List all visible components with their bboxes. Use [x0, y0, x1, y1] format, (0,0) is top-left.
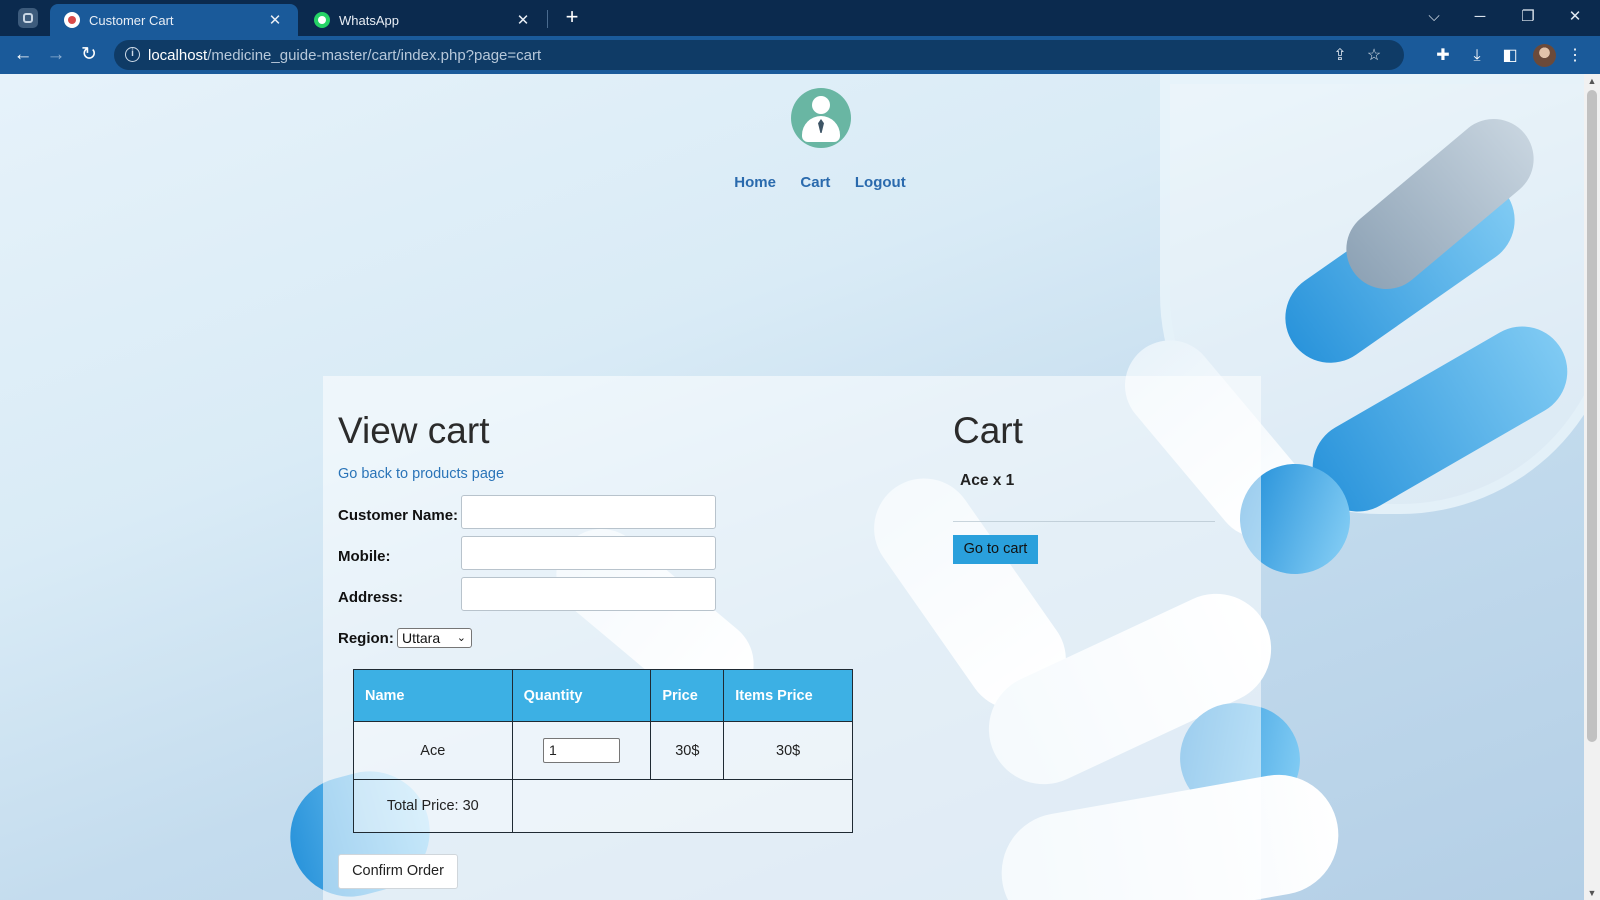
download-icon[interactable]: ⤓: [1466, 45, 1488, 67]
back-to-products-link[interactable]: Go back to products page: [338, 466, 504, 482]
minimize-button[interactable]: ─: [1465, 5, 1495, 29]
chevron-down-icon: ⌄: [456, 632, 466, 644]
tab-whatsapp[interactable]: WhatsApp ✕: [300, 4, 546, 36]
site-info-icon[interactable]: i: [125, 47, 140, 62]
address-label: Address:: [338, 589, 404, 606]
address-input[interactable]: [461, 577, 716, 611]
mobile-input[interactable]: [461, 536, 716, 570]
mobile-label: Mobile:: [338, 548, 391, 565]
tab-search-icon[interactable]: [18, 8, 38, 28]
site-favicon-icon: [64, 12, 80, 28]
share-icon[interactable]: ⇪: [1330, 46, 1350, 66]
scroll-up-arrow-icon[interactable]: ▲: [1584, 74, 1600, 88]
tab-separator: [547, 10, 548, 28]
cart-table: Name Quantity Price Items Price Ace 1 30…: [353, 669, 854, 833]
column-header-items-price: Items Price: [723, 669, 853, 722]
nav-cart-link[interactable]: Cart: [800, 174, 830, 191]
cart-panel-item: Ace x 1: [960, 472, 1015, 489]
customer-name-label: Customer Name:: [338, 507, 459, 524]
total-empty-cell: [511, 779, 854, 833]
tab-close-icon[interactable]: ✕: [514, 11, 532, 29]
site-logo-avatar-icon[interactable]: [791, 88, 851, 148]
confirm-order-button[interactable]: Confirm Order: [338, 854, 458, 889]
reload-icon[interactable]: ↻: [76, 42, 102, 68]
tab-list-button[interactable]: ⌵: [1419, 5, 1449, 29]
tab-title: Customer Cart: [89, 12, 174, 28]
region-label: Region:: [338, 630, 394, 647]
column-header-name: Name: [353, 669, 513, 722]
table-total-row: Total Price: 30: [353, 779, 854, 833]
extensions-puzzle-icon[interactable]: ✚: [1432, 45, 1454, 67]
cart-panel-divider: [953, 521, 1215, 522]
cart-panel-heading: Cart: [953, 410, 1023, 451]
go-to-cart-button[interactable]: Go to cart: [953, 535, 1038, 564]
item-name-cell: Ace: [353, 721, 513, 780]
bookmark-star-icon[interactable]: ☆: [1364, 46, 1384, 66]
quantity-input[interactable]: 1: [542, 738, 620, 763]
whatsapp-favicon-icon: [314, 12, 330, 28]
side-panel-icon[interactable]: ◧: [1499, 45, 1521, 67]
address-bar[interactable]: i localhost/medicine_guide-master/cart/i…: [114, 40, 1404, 70]
scrollbar-thumb[interactable]: [1587, 90, 1597, 742]
nav-home-link[interactable]: Home: [734, 174, 776, 191]
item-total-cell: 30$: [723, 721, 853, 780]
region-selected-value: Uttara: [402, 630, 441, 646]
address-url[interactable]: localhost/medicine_guide-master/cart/ind…: [148, 47, 541, 64]
item-quantity-cell: 1: [511, 721, 652, 780]
nav-logout-link[interactable]: Logout: [855, 174, 906, 191]
tab-title: WhatsApp: [339, 12, 399, 28]
scroll-down-arrow-icon[interactable]: ▼: [1584, 886, 1600, 900]
column-header-price: Price: [650, 669, 725, 722]
main-nav: Home Cart Logout: [0, 174, 1600, 192]
restore-button[interactable]: ❐: [1513, 5, 1543, 29]
page-scrollbar[interactable]: ▲ ▼: [1584, 74, 1600, 900]
new-tab-button[interactable]: +: [560, 5, 584, 29]
window-close-button[interactable]: ✕: [1560, 5, 1590, 29]
forward-arrow-icon[interactable]: →: [43, 42, 69, 68]
browser-toolbar: ← → ↻ i localhost/medicine_guide-master/…: [0, 36, 1600, 74]
profile-avatar[interactable]: [1533, 44, 1556, 67]
tab-customer-cart[interactable]: Customer Cart ✕: [50, 4, 298, 36]
back-arrow-icon[interactable]: ←: [10, 42, 36, 68]
view-cart-heading: View cart: [338, 410, 490, 451]
table-row: Ace 1 30$ 30$: [353, 721, 853, 780]
browser-menu-icon[interactable]: ⋮: [1567, 45, 1583, 67]
table-header-row: Name Quantity Price Items Price: [353, 669, 853, 722]
customer-name-input[interactable]: [461, 495, 716, 529]
region-select[interactable]: Uttara ⌄: [397, 628, 472, 648]
tab-close-icon[interactable]: ✕: [266, 11, 284, 29]
column-header-quantity: Quantity: [511, 669, 652, 722]
browser-tab-bar: Customer Cart ✕ WhatsApp ✕ + ⌵ ─ ❐ ✕: [0, 0, 1600, 36]
item-price-cell: 30$: [650, 721, 725, 780]
total-price-cell: Total Price: 30: [353, 779, 513, 833]
